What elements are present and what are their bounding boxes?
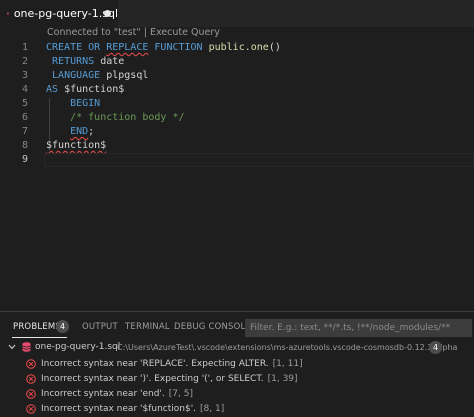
code-token: AS [46, 84, 65, 95]
tab-terminal[interactable]: TERMINAL [125, 322, 170, 332]
code-token: $function$ [46, 140, 107, 151]
code-token: date [100, 56, 125, 67]
active-tab-underline [12, 337, 67, 338]
code-token: REPLACE [106, 42, 149, 53]
chevron-down-icon[interactable] [8, 342, 16, 352]
tab-output[interactable]: OUTPUT [82, 322, 118, 332]
problem-message: Incorrect syntax near '$function$'. [8, 1… [41, 402, 224, 417]
code-token: END [70, 126, 89, 137]
line-code: LANGUAGE plpgsql [46, 69, 148, 83]
code-editor[interactable]: Connected to "test" | Execute Query 1 CRE… [0, 27, 474, 311]
code-token: FUNCTION [154, 42, 209, 53]
problems-count-badge: 4 [56, 320, 69, 333]
problem-text: Incorrect syntax near 'end'. [41, 389, 165, 399]
code-token: BEGIN [70, 98, 101, 109]
line-code: CREATE OR REPLACE FUNCTION public.one() [46, 41, 281, 55]
line-code: /* function body */ [46, 111, 184, 125]
code-token: $function$ [64, 84, 125, 95]
database-icon [22, 342, 31, 352]
editor-tab-bar: one-pg-query-1.sql [0, 0, 474, 27]
problem-location: [8, 1] [200, 404, 225, 414]
problems-file-row[interactable]: one-pg-query-1.sql C:\Users\AzureTest\.v… [0, 340, 474, 355]
line-number: 6 [21, 112, 28, 123]
problem-item[interactable]: Incorrect syntax near '$function$'. [8, 1… [0, 402, 474, 417]
codelens-separator: | [140, 27, 150, 38]
error-circle-icon [26, 374, 36, 384]
code-line[interactable]: 3 LANGUAGE plpgsql [0, 69, 474, 83]
code-token: RETURNS [52, 56, 101, 67]
problem-file-path: C:\Users\AzureTest\.vscode\extensions\ms… [117, 343, 458, 352]
code-line[interactable]: 7 END; [0, 125, 474, 139]
problems-filter-input[interactable]: Filter. E.g.: text, **/*.ts, !**/node_mo… [245, 319, 472, 337]
line-number: 5 [21, 98, 28, 109]
line-number: 7 [21, 126, 28, 137]
line-code: $function$ [46, 139, 106, 153]
problem-message: Incorrect syntax near ')'. Expecting '('… [41, 372, 298, 387]
line-number: 3 [21, 70, 28, 81]
problem-location: [1, 39] [267, 374, 298, 384]
connection-status-link[interactable]: Connected to "test" [47, 27, 141, 38]
error-circle-icon [26, 389, 36, 399]
database-icon [7, 12, 9, 15]
problem-text: Incorrect syntax near 'REPLACE'. Expecti… [41, 359, 269, 369]
problem-text: Incorrect syntax near '$function$'. [41, 404, 197, 414]
file-problems-count-badge: 4 [429, 341, 442, 354]
problem-item[interactable]: Incorrect syntax near 'REPLACE'. Expecti… [0, 357, 474, 372]
code-token: LANGUAGE [52, 70, 107, 81]
line-number: 9 [21, 154, 28, 165]
code-line[interactable]: 5 BEGIN [0, 97, 474, 111]
line-code: END; [46, 125, 94, 139]
line-number: 4 [21, 84, 28, 95]
problem-text: Incorrect syntax near ')'. Expecting '('… [41, 374, 264, 384]
code-token: plpgsql [106, 70, 149, 81]
panel-tabs: PROBLEMS 4 OUTPUT TERMINAL DEBUG CONSOLE… [0, 312, 474, 342]
code-line[interactable]: 6 /* function body */ [0, 111, 474, 125]
tab-debug-console[interactable]: DEBUG CONSOLE [174, 322, 251, 332]
code-line[interactable]: 1 CREATE OR REPLACE FUNCTION public.one() [0, 41, 474, 55]
problem-message: Incorrect syntax near 'end'. [7, 5] [41, 387, 193, 402]
tab-one-pg-query[interactable]: one-pg-query-1.sql [0, 0, 118, 27]
code-token: ; [88, 126, 95, 137]
current-line-highlight [44, 153, 474, 167]
code-line[interactable]: 8 $function$ [0, 139, 474, 153]
error-circle-icon [26, 359, 36, 369]
line-code: RETURNS date [46, 55, 124, 69]
codelens: Connected to "test" | Execute Query [47, 27, 220, 38]
line-number: 2 [21, 56, 28, 67]
execute-query-link[interactable]: Execute Query [150, 27, 220, 38]
bottom-panel: PROBLEMS 4 OUTPUT TERMINAL DEBUG CONSOLE… [0, 311, 474, 417]
code-token: public.one [208, 42, 269, 53]
code-token: () [268, 42, 281, 53]
problem-message: Incorrect syntax near 'REPLACE'. Expecti… [41, 357, 303, 372]
code-line[interactable]: 9 [0, 153, 474, 167]
problem-location: [1, 11] [272, 359, 303, 369]
tab-problems[interactable]: PROBLEMS [13, 322, 61, 332]
problem-item[interactable]: Incorrect syntax near 'end'. [7, 5] [0, 387, 474, 402]
error-circle-icon [26, 404, 36, 414]
line-number: 8 [21, 140, 28, 151]
tab-title: one-pg-query-1.sql [13, 7, 118, 20]
problem-file-name: one-pg-query-1.sql [35, 342, 121, 352]
problem-location: [7, 5] [168, 389, 193, 399]
unsaved-dot-icon[interactable] [104, 10, 111, 17]
line-number: 1 [21, 42, 28, 53]
line-code: AS $function$ [46, 83, 124, 97]
code-line[interactable]: 4 AS $function$ [0, 83, 474, 97]
code-line[interactable]: 2 RETURNS date [0, 55, 474, 69]
line-code: BEGIN [46, 97, 100, 111]
code-token: OR [88, 42, 107, 53]
code-token: CREATE [46, 42, 89, 53]
problem-item[interactable]: Incorrect syntax near ')'. Expecting '('… [0, 372, 474, 387]
code-token: /* function body */ [70, 112, 185, 123]
